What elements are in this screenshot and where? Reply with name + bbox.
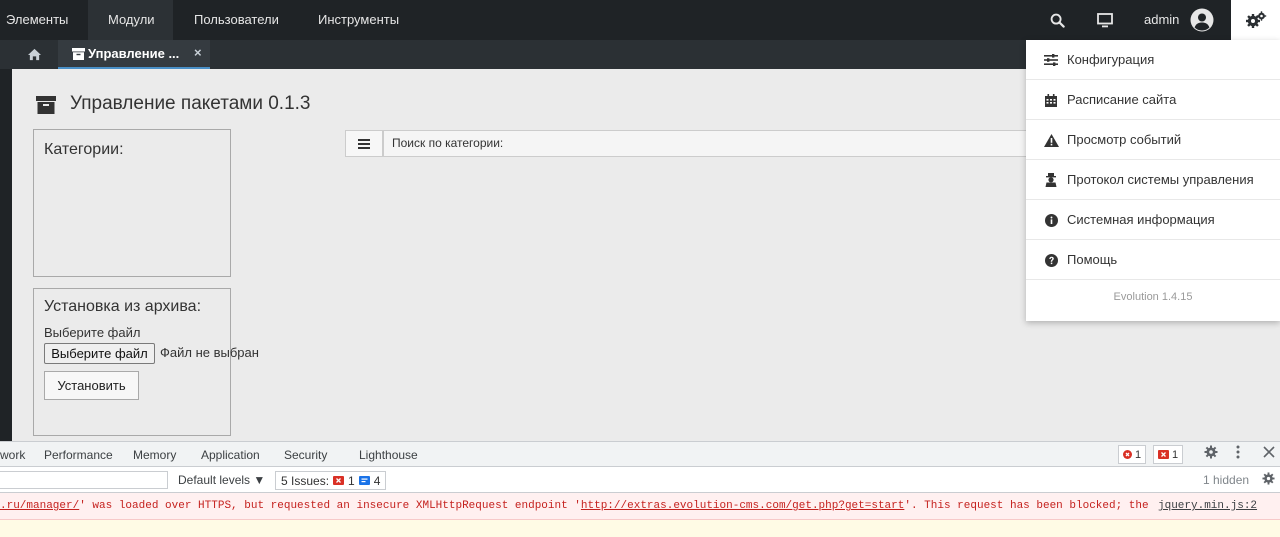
menu-item-site-schedule[interactable]: Расписание сайта (1026, 80, 1280, 120)
console-settings-icon[interactable] (1262, 472, 1275, 488)
nav-item-tools[interactable]: Инструменты (318, 0, 399, 40)
sliders-icon (1043, 52, 1059, 68)
menu-item-event-log[interactable]: Просмотр событий (1026, 120, 1280, 160)
user-secret-icon (1043, 172, 1059, 188)
category-search-input[interactable]: Поиск по категории: (383, 130, 1043, 157)
issues-button[interactable]: 5 Issues: 1 4 (275, 471, 387, 490)
home-icon (27, 48, 41, 61)
archive-title: Установка из архива: (44, 298, 202, 315)
devtools-settings-icon[interactable] (1204, 445, 1218, 462)
bars-icon (358, 138, 370, 149)
menu-item-label: Протокол системы управления (1067, 172, 1254, 187)
error-source-link[interactable]: jquery.min.js:2 (1158, 500, 1257, 512)
devtools-more-icon[interactable] (1236, 445, 1240, 462)
devtools-tab-memory[interactable]: Memory (133, 448, 176, 462)
error-message-part: ' was loaded over HTTPS, but requested a… (79, 500, 581, 512)
menu-toggle-button[interactable] (345, 130, 383, 157)
devtools-tab-bar: work Performance Memory Application Secu… (0, 442, 1280, 467)
console-error-text: .ru/manager/' was loaded over HTTPS, but… (0, 500, 1149, 512)
info-icon (1043, 212, 1059, 228)
issue-badge-count: 1 (1172, 448, 1179, 461)
question-icon (1043, 252, 1059, 268)
archive-install-panel: Установка из архива: Выберите файл Выбер… (33, 288, 259, 436)
settings-dropdown-menu: Конфигурация Расписание сайта Просмотр с… (1026, 40, 1280, 321)
issue-count-badge[interactable]: 1 (1153, 445, 1184, 464)
user-name[interactable]: admin (1144, 0, 1179, 40)
nav-item-modules[interactable]: Модули (88, 0, 173, 40)
calendar-icon (1043, 92, 1059, 108)
log-levels-dropdown[interactable]: Default levels ▼ (178, 473, 265, 487)
file-status: Файл не выбран (160, 345, 259, 360)
devtools-close-icon[interactable] (1263, 445, 1275, 461)
tab-package-manager[interactable]: Управление ... × (58, 40, 210, 69)
menu-item-label: Помощь (1067, 252, 1118, 267)
menu-item-label: Конфигурация (1067, 52, 1155, 67)
console-filter-bar: Default levels ▼ 5 Issues: 1 4 1 hidden (0, 467, 1280, 493)
issue-error-icon (333, 476, 345, 485)
user-avatar-icon[interactable] (1189, 0, 1215, 40)
nav-item-users[interactable]: Пользователи (194, 0, 279, 40)
devtools-tab-network[interactable]: work (0, 448, 25, 462)
error-message-part: '. This request has been blocked; the (904, 500, 1149, 512)
devtools-tab-application[interactable]: Application (201, 448, 260, 462)
home-tab[interactable] (14, 40, 54, 69)
devtools-tab-security[interactable]: Security (284, 448, 327, 462)
page-title: Управление пакетами 0.1.3 (70, 93, 311, 114)
categories-title: Категории: (44, 141, 124, 158)
hidden-count: 1 hidden (1203, 473, 1250, 487)
error-endpoint-link[interactable]: http://extras.evolution-cms.com/get.php?… (581, 500, 904, 512)
nav-item-elements[interactable]: Элементы (6, 0, 68, 40)
error-circle-icon (1123, 450, 1132, 459)
settings-gears-icon[interactable] (1231, 0, 1280, 40)
left-sidebar-strip (0, 69, 12, 441)
console-warning-row (0, 520, 1280, 537)
error-page-link[interactable]: .ru/manager/ (0, 500, 79, 512)
error-count-badge[interactable]: 1 (1118, 445, 1147, 464)
devtools-tab-performance[interactable]: Performance (44, 448, 113, 462)
install-button[interactable]: Установить (44, 371, 139, 400)
top-navbar: Элементы Модули Пользователи Инструменты… (0, 0, 1280, 40)
archive-icon (72, 48, 85, 63)
devtools-tab-lighthouse[interactable]: Lighthouse (359, 448, 418, 462)
issues-info-count: 4 (373, 473, 381, 488)
menu-item-manager-log[interactable]: Протокол системы управления (1026, 160, 1280, 200)
issues-error-count: 1 (348, 473, 355, 488)
error-count: 1 (1135, 448, 1142, 461)
menu-item-configuration[interactable]: Конфигурация (1026, 40, 1280, 80)
menu-item-system-info[interactable]: Системная информация (1026, 200, 1280, 240)
menu-item-help[interactable]: Помощь (1026, 240, 1280, 280)
warning-icon (1043, 132, 1059, 148)
tab-label: Управление ... (88, 46, 180, 61)
menu-item-label: Системная информация (1067, 212, 1215, 227)
file-label: Выберите файл (44, 325, 141, 340)
archive-icon (36, 96, 56, 119)
devtools-panel: work Performance Memory Application Secu… (0, 441, 1280, 537)
monitor-icon[interactable] (1094, 0, 1116, 40)
console-error-message: .ru/manager/' was loaded over HTTPS, but… (0, 493, 1280, 520)
issue-info-icon (358, 476, 370, 485)
tab-close-icon[interactable]: × (194, 45, 202, 60)
issue-flag-icon (1158, 450, 1169, 459)
issues-label: 5 Issues: (281, 473, 330, 488)
choose-file-button[interactable]: Выберите файл (44, 343, 155, 364)
search-icon[interactable] (1046, 0, 1068, 40)
categories-panel: Категории: (33, 129, 231, 277)
menu-item-label: Расписание сайта (1067, 92, 1177, 107)
version-label: Evolution 1.4.15 (1113, 291, 1193, 303)
menu-item-label: Просмотр событий (1067, 132, 1182, 147)
console-filter-input[interactable] (0, 471, 168, 489)
